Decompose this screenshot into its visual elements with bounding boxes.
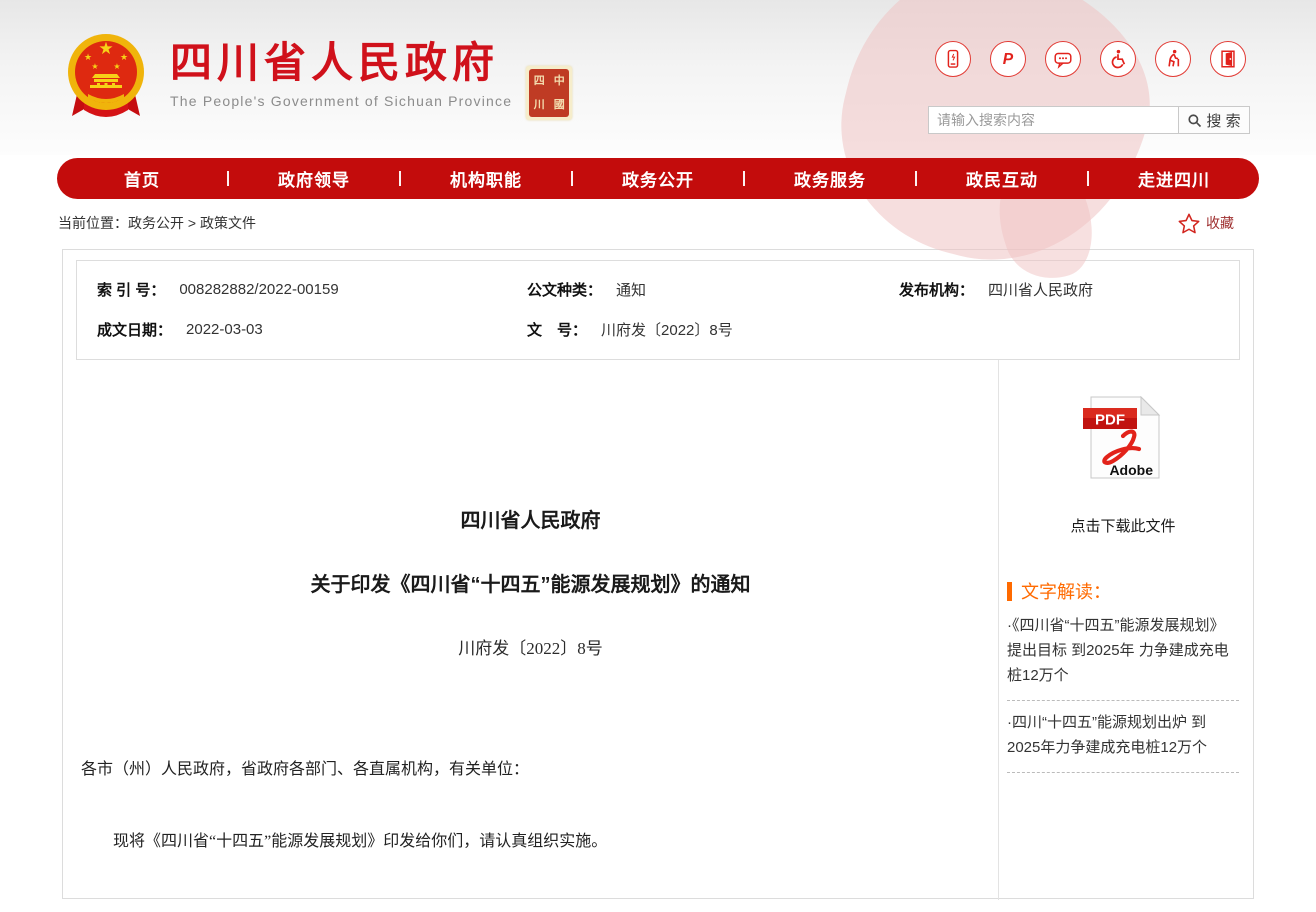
meta-label: 文 号： (527, 319, 587, 340)
meta-doc-type: 公文种类： 通知 (527, 279, 899, 300)
svg-text:★: ★ (91, 62, 98, 71)
interpretation-header: 文字解读： (1007, 578, 1239, 604)
pdf-download-button[interactable]: PDF Adobe (1083, 396, 1163, 485)
document-title: 关于印发《四川省“十四五”能源发展规划》的通知 (63, 572, 998, 598)
svg-text:★: ★ (84, 52, 92, 62)
interpretation-link[interactable]: ·四川“十四五”能源规划出炉 到2025年力争建成充电桩12万个 (1007, 701, 1239, 773)
pdf-download-label[interactable]: 点击下载此文件 (1007, 515, 1239, 536)
elderly-mode-icon[interactable] (1155, 41, 1191, 77)
quick-icon-row: P (935, 41, 1246, 77)
nav-item-info-disclosure[interactable]: 政务公开 (573, 166, 743, 191)
search-button-label: 搜 索 (1206, 110, 1240, 131)
nav-item-leaders[interactable]: 政府领导 (229, 166, 399, 191)
meta-value: 2022-03-03 (186, 321, 263, 338)
meta-value: 川府发〔2022〕8号 (601, 319, 733, 340)
meta-label: 成文日期： (97, 319, 172, 340)
meta-value: 四川省人民政府 (988, 279, 1093, 300)
document-number: 川府发〔2022〕8号 (63, 634, 998, 659)
star-icon (1178, 213, 1200, 234)
wheelchair-icon[interactable] (1100, 41, 1136, 77)
interpretation-title: 文字解读： (1021, 578, 1111, 604)
meta-index-number: 索 引 号： 008282882/2022-00159 (77, 279, 527, 300)
breadcrumb-row: 当前位置：政务公开 > 政策文件 收藏 (58, 199, 1258, 247)
nav-separator (915, 171, 917, 186)
seal-char: 川 (534, 99, 545, 111)
pdf-file-icon: PDF Adobe (1083, 396, 1163, 480)
site-header: ★ ★ ★ ★ ★ 四川省人民政府 The People's Governmen… (0, 0, 1316, 155)
svg-text:★: ★ (120, 52, 128, 62)
document-body: 四川省人民政府 关于印发《四川省“十四五”能源发展规划》的通知 川府发〔2022… (63, 360, 1253, 900)
nav-separator (227, 171, 229, 186)
nav-item-services[interactable]: 政务服务 (745, 166, 915, 191)
document-sidebar: PDF Adobe 点击下载此文件 文字解读： ·《四川省“十四五”能源发展规划… (999, 360, 1253, 900)
nav-item-functions[interactable]: 机构职能 (401, 166, 571, 191)
meta-label: 公文种类： (527, 279, 602, 300)
breadcrumb: 当前位置：政务公开 > 政策文件 (58, 213, 256, 233)
document-org-title: 四川省人民政府 (63, 508, 998, 534)
seal-char: 國 (554, 99, 565, 111)
nav-separator (571, 171, 573, 186)
nav-separator (1087, 171, 1089, 186)
search-input[interactable] (928, 106, 1178, 134)
meta-value: 通知 (616, 279, 646, 300)
document-panel: 索 引 号： 008282882/2022-00159 公文种类： 通知 发布机… (62, 249, 1254, 899)
breadcrumb-link-info-disclosure[interactable]: 政务公开 (128, 215, 184, 231)
china-sichuan-seal-icon: 中 四 國 川 (526, 66, 572, 120)
seal-char: 四 (534, 75, 545, 87)
svg-text:PDF: PDF (1095, 412, 1125, 429)
nav-separator (399, 171, 401, 186)
meta-label: 发布机构： (899, 279, 974, 300)
breadcrumb-link-policy-docs[interactable]: 政策文件 (200, 215, 256, 231)
site-subtitle: The People's Government of Sichuan Provi… (170, 93, 512, 109)
svg-text:★: ★ (113, 62, 120, 71)
meta-row: 成文日期： 2022-03-03 文 号： 川府发〔2022〕8号 (77, 309, 1239, 349)
p-media-icon[interactable]: P (990, 41, 1026, 77)
search-button[interactable]: 搜 索 (1178, 106, 1250, 134)
document-paragraph: 现将《四川省“十四五”能源发展规划》印发给你们，请认真组织实施。 (63, 831, 998, 853)
nav-item-home[interactable]: 首页 (57, 166, 227, 191)
mobile-icon[interactable] (935, 41, 971, 77)
meta-label: 索 引 号： (97, 279, 165, 300)
nav-item-interaction[interactable]: 政民互动 (917, 166, 1087, 191)
meta-value: 008282882/2022-00159 (179, 281, 338, 298)
meta-doc-number: 文 号： 川府发〔2022〕8号 (527, 319, 899, 340)
breadcrumb-prefix: 当前位置： (58, 215, 128, 231)
search-icon (1187, 113, 1202, 128)
interpretation-link[interactable]: ·《四川省“十四五”能源发展规划》提出目标 到2025年 力争建成充电桩12万个 (1007, 604, 1239, 701)
nav-separator (743, 171, 745, 186)
favorite-label: 收藏 (1206, 213, 1234, 233)
door-icon[interactable] (1210, 41, 1246, 77)
document-main: 四川省人民政府 关于印发《四川省“十四五”能源发展规划》的通知 川府发〔2022… (63, 360, 999, 900)
document-paragraph: 各市（州）人民政府，省政府各部门、各直属机构，有关单位： (63, 759, 998, 781)
search-bar: 搜 索 (928, 106, 1250, 134)
favorite-button[interactable]: 收藏 (1178, 213, 1234, 234)
svg-text:P: P (1003, 51, 1014, 68)
main-nav: 首页 政府领导 机构职能 政务公开 政务服务 政民互动 走进四川 (57, 158, 1259, 199)
message-icon[interactable] (1045, 41, 1081, 77)
svg-text:★: ★ (98, 39, 113, 58)
seal-char: 中 (554, 75, 565, 87)
meta-issue-date: 成文日期： 2022-03-03 (77, 319, 527, 340)
svg-text:Adobe: Adobe (1109, 462, 1153, 478)
site-title: 四川省人民政府 (170, 40, 512, 86)
breadcrumb-separator: > (188, 215, 196, 231)
meta-issuing-agency: 发布机构： 四川省人民政府 (899, 279, 1239, 300)
orange-bar-icon (1007, 582, 1012, 601)
site-logo[interactable]: ★ ★ ★ ★ ★ 四川省人民政府 The People's Governmen… (64, 32, 572, 122)
nav-item-about-sichuan[interactable]: 走进四川 (1089, 166, 1259, 191)
national-emblem-icon: ★ ★ ★ ★ ★ (64, 32, 148, 122)
